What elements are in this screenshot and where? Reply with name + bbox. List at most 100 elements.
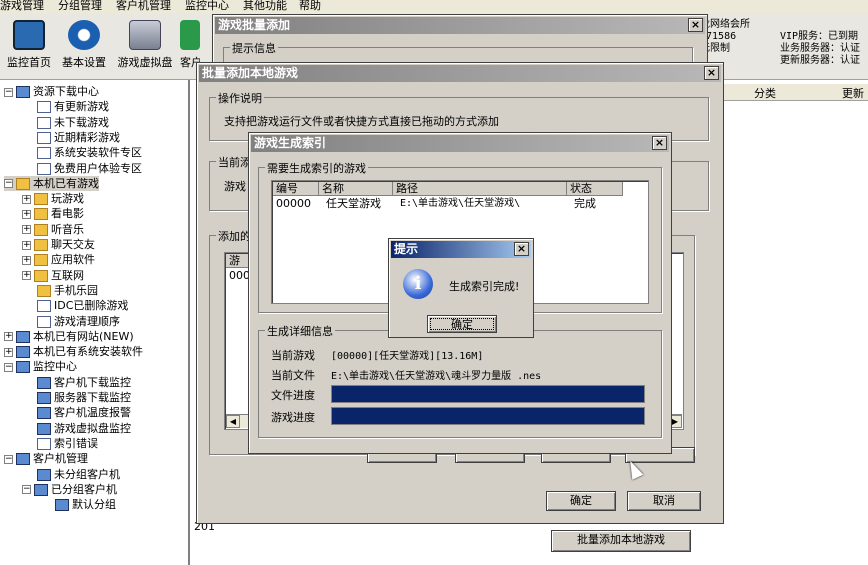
collapse-icon[interactable]: − xyxy=(22,485,31,495)
tree-node-label: 系统安装软件专区 xyxy=(54,146,142,160)
window-title: 游戏批量添加 × xyxy=(215,17,705,34)
folder-icon xyxy=(34,208,48,221)
collapse-icon[interactable]: − xyxy=(4,362,13,372)
column-path[interactable]: 路径 xyxy=(393,182,567,196)
monitor-icon xyxy=(13,20,45,50)
tree-node[interactable]: 未分组客户机 xyxy=(22,467,120,482)
row-status[interactable]: 完成 xyxy=(571,197,596,211)
collapse-icon[interactable]: − xyxy=(4,179,13,189)
tree-node[interactable]: + 本机已有系统安装软件 xyxy=(4,344,143,359)
tree-node-label: IDC已删除游戏 xyxy=(54,299,129,313)
scroll-left-icon[interactable]: ◀ xyxy=(226,415,240,428)
tree-node[interactable]: 服务器下载监控 xyxy=(22,390,131,405)
expand-icon[interactable]: + xyxy=(22,194,31,204)
tree-node[interactable]: − 本机已有游戏 xyxy=(4,175,99,191)
toolbar-label: 基本设置 xyxy=(62,56,106,69)
close-icon[interactable]: × xyxy=(652,136,667,150)
collapse-icon[interactable]: − xyxy=(4,454,13,464)
column-name[interactable]: 名称 xyxy=(319,182,393,196)
tree-node[interactable]: 系统安装软件专区 xyxy=(22,145,142,160)
tree-node[interactable]: + 应用软件 xyxy=(22,252,95,267)
row-number[interactable]: 00000 xyxy=(273,197,311,211)
folder-icon xyxy=(16,177,30,190)
game-progress-bar xyxy=(331,407,645,425)
expand-icon[interactable]: + xyxy=(4,347,13,357)
monitor-home-button[interactable]: 监控首页 xyxy=(0,20,58,76)
tree-node[interactable]: + 看电影 xyxy=(22,206,84,221)
tree-node[interactable]: 有更新游戏 xyxy=(22,99,109,114)
tree-node[interactable]: + 听音乐 xyxy=(22,222,84,237)
tree-node[interactable]: 游戏虚拟盘监控 xyxy=(22,421,131,436)
tree-node[interactable]: 免费用户体验专区 xyxy=(22,161,142,176)
column-number[interactable]: 编号 xyxy=(273,182,319,196)
expand-icon[interactable]: + xyxy=(22,209,31,219)
basic-settings-button[interactable]: 基本设置 xyxy=(55,20,113,76)
tree-node-label: 服务器下载监控 xyxy=(54,391,131,404)
tree-node[interactable]: + 本机已有网站(NEW) xyxy=(4,329,134,344)
menu-client[interactable]: 客户机管理 xyxy=(116,0,171,13)
ok-button[interactable]: 确定 xyxy=(427,315,497,333)
list-header: 分类 更新 xyxy=(720,84,868,101)
column-status[interactable]: 状态 xyxy=(567,182,623,196)
toolbar-label: 监控首页 xyxy=(7,56,51,69)
info-icon: i xyxy=(403,269,433,299)
virtual-disk-button[interactable]: 游戏虚拟盘 xyxy=(116,20,174,76)
expand-icon[interactable]: + xyxy=(22,255,31,265)
row-path[interactable]: E:\单击游戏\任天堂游戏\ xyxy=(397,197,520,211)
batch-add-local-games-button[interactable]: 批量添加本地游戏 xyxy=(551,530,691,552)
tree-node[interactable]: − 资源下载中心 xyxy=(4,84,99,99)
computer-icon xyxy=(37,376,51,389)
biz-server-status: 业务服务器：认证 xyxy=(780,43,860,54)
menu-other[interactable]: 其他功能 xyxy=(243,0,287,13)
collapse-icon[interactable]: − xyxy=(4,87,13,97)
folder-icon xyxy=(34,239,48,251)
tree-node[interactable]: + 互联网 xyxy=(22,268,84,283)
ok-button[interactable]: 确定 xyxy=(546,491,616,511)
column-update[interactable]: 更新 xyxy=(842,85,864,101)
close-icon[interactable]: × xyxy=(704,66,719,80)
tree-node-label: 资源下载中心 xyxy=(33,85,99,98)
tree-node-label: 未下载游戏 xyxy=(54,115,109,129)
tree-node[interactable]: 近期精彩游戏 xyxy=(22,130,120,145)
window-title: 提示 × xyxy=(391,241,531,258)
tree-node[interactable]: 手机乐园 xyxy=(22,283,98,298)
menu-monitor[interactable]: 监控中心 xyxy=(185,0,229,13)
tree-node-label: 近期精彩游戏 xyxy=(54,130,120,144)
expand-icon[interactable]: + xyxy=(22,225,31,235)
close-icon[interactable]: × xyxy=(514,242,529,256)
tree-node[interactable]: + 聊天交友 xyxy=(22,237,95,252)
tree-node-label: 客户机管理 xyxy=(33,452,88,466)
tree-node-label: 本机已有网站(NEW) xyxy=(33,329,134,343)
group-title: 操作说明 xyxy=(216,90,264,106)
menu-help[interactable]: 帮助 xyxy=(299,0,321,13)
document-icon xyxy=(37,437,51,450)
folder-icon xyxy=(37,284,51,297)
tree-node[interactable]: − 监控中心 xyxy=(4,359,77,374)
menu-game[interactable]: 游戏管理 xyxy=(0,0,44,13)
tree-node[interactable]: 游戏清理顺序 xyxy=(22,314,120,329)
tree-node[interactable]: IDC已删除游戏 xyxy=(22,298,128,313)
expand-icon[interactable]: + xyxy=(4,332,13,342)
computer-icon xyxy=(37,392,51,404)
computer-icon xyxy=(16,361,30,374)
tree-node[interactable]: 索引错误 xyxy=(22,436,98,451)
cancel-button[interactable]: 取消 xyxy=(627,491,701,511)
tree-node[interactable]: + 玩游戏 xyxy=(22,191,84,206)
tree-node[interactable]: − 已分组客户机 xyxy=(22,482,117,497)
tree-node[interactable]: 客户机温度报警 xyxy=(22,405,131,420)
expand-icon[interactable]: + xyxy=(22,271,31,281)
tree-node[interactable]: − 客户机管理 xyxy=(4,451,88,466)
menu-group[interactable]: 分组管理 xyxy=(58,0,102,13)
tree-node[interactable]: 未下载游戏 xyxy=(22,115,109,130)
close-icon[interactable]: × xyxy=(688,18,703,32)
tree-node-label: 手机乐园 xyxy=(54,283,98,297)
column-category[interactable]: 分类 xyxy=(754,85,776,101)
row-name[interactable]: 任天堂游戏 xyxy=(323,197,381,211)
tree-node[interactable]: 默认分组 xyxy=(40,497,116,512)
instructions-text: 支持把游戏运行文件或者快捷方式直接已拖动的方式添加 xyxy=(224,115,499,128)
info-panel: 龙网络会所 471586 无限制 VIP服务：已到期 业务服务器：认证 更新服务… xyxy=(700,14,868,74)
expand-icon[interactable]: + xyxy=(22,240,31,250)
tree-node-label: 听音乐 xyxy=(51,222,84,236)
window-title: 批量添加本地游戏 × xyxy=(199,65,721,82)
tree-node[interactable]: 客户机下载监控 xyxy=(22,375,131,390)
